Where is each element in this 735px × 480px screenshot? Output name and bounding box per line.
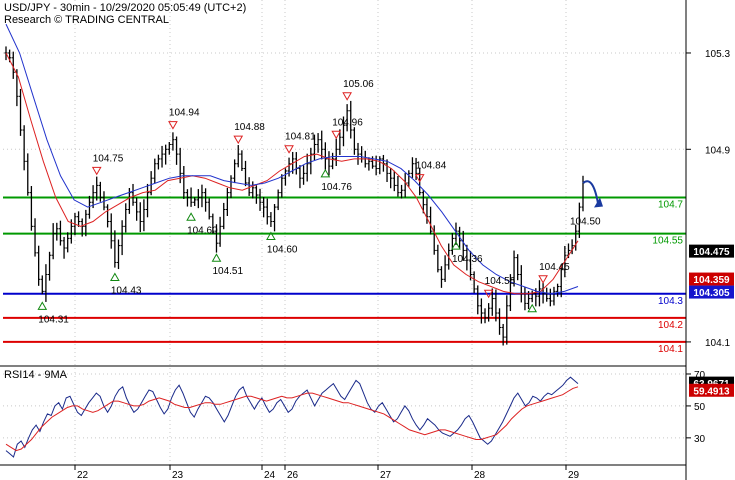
x-tick-label: 27 <box>380 470 392 480</box>
rsi-title: RSI14 - 9MA <box>4 369 68 381</box>
peak-label: 104.75 <box>93 153 124 164</box>
x-tick-label: 24 <box>264 470 276 480</box>
value-badge-text: 59.4913 <box>693 386 730 397</box>
peak-label: 105.06 <box>343 79 374 90</box>
rsi-y-tick-label: 50 <box>694 402 706 413</box>
chart-subtitle: Research © TRADING CENTRAL <box>4 14 169 26</box>
y-tick-label: 105.3 <box>705 49 730 60</box>
price-chart: 104.7 104.55 104.3 104.2 104.1 104.75 104.94 1… <box>0 0 735 480</box>
trough-label: 104.60 <box>187 225 218 236</box>
trough-label: 104.36 <box>452 254 483 265</box>
chart-title: USD/JPY - 30min - 10/29/2020 05:05:49 (U… <box>4 2 247 14</box>
value-badge-text: 104.359 <box>693 275 730 286</box>
value-badge-text: 104.305 <box>693 288 730 299</box>
trough-label: 104.51 <box>212 266 243 277</box>
level-label: 104.2 <box>658 320 683 331</box>
trough-label: 104.76 <box>321 182 352 193</box>
x-tick-label: 23 <box>172 470 184 480</box>
x-tick-label: 22 <box>77 470 89 480</box>
trough-label: 104.31 <box>38 314 69 325</box>
y-tick-label: 104.1 <box>705 338 730 349</box>
peak-label: 104.94 <box>169 108 200 119</box>
x-tick-label: 29 <box>568 470 580 480</box>
peak-label: 104.88 <box>234 122 265 133</box>
trough-label: 104.43 <box>111 285 142 296</box>
peak-label: 104.45 <box>539 262 570 273</box>
trough-label: 104.60 <box>267 245 298 256</box>
level-label: 104.1 <box>658 344 683 355</box>
peak-label: 104.96 <box>332 117 363 128</box>
level-label: 104.3 <box>658 296 683 307</box>
forecast-label: 104.50 <box>570 216 601 227</box>
x-tick-label: 26 <box>287 470 299 480</box>
y-tick-label: 104.9 <box>705 145 730 156</box>
rsi-y-tick-label: 30 <box>694 434 706 445</box>
x-tick-label: 28 <box>474 470 486 480</box>
value-badge-text: 104.475 <box>693 247 730 258</box>
level-label: 104.7 <box>658 199 683 210</box>
level-label: 104.55 <box>652 236 683 247</box>
peak-label: 104.56 <box>485 276 516 287</box>
peak-label: 104.84 <box>416 161 447 172</box>
peak-label: 104.81 <box>285 132 316 143</box>
chart-window: 104.7 104.55 104.3 104.2 104.1 104.75 104.94 1… <box>0 0 735 480</box>
